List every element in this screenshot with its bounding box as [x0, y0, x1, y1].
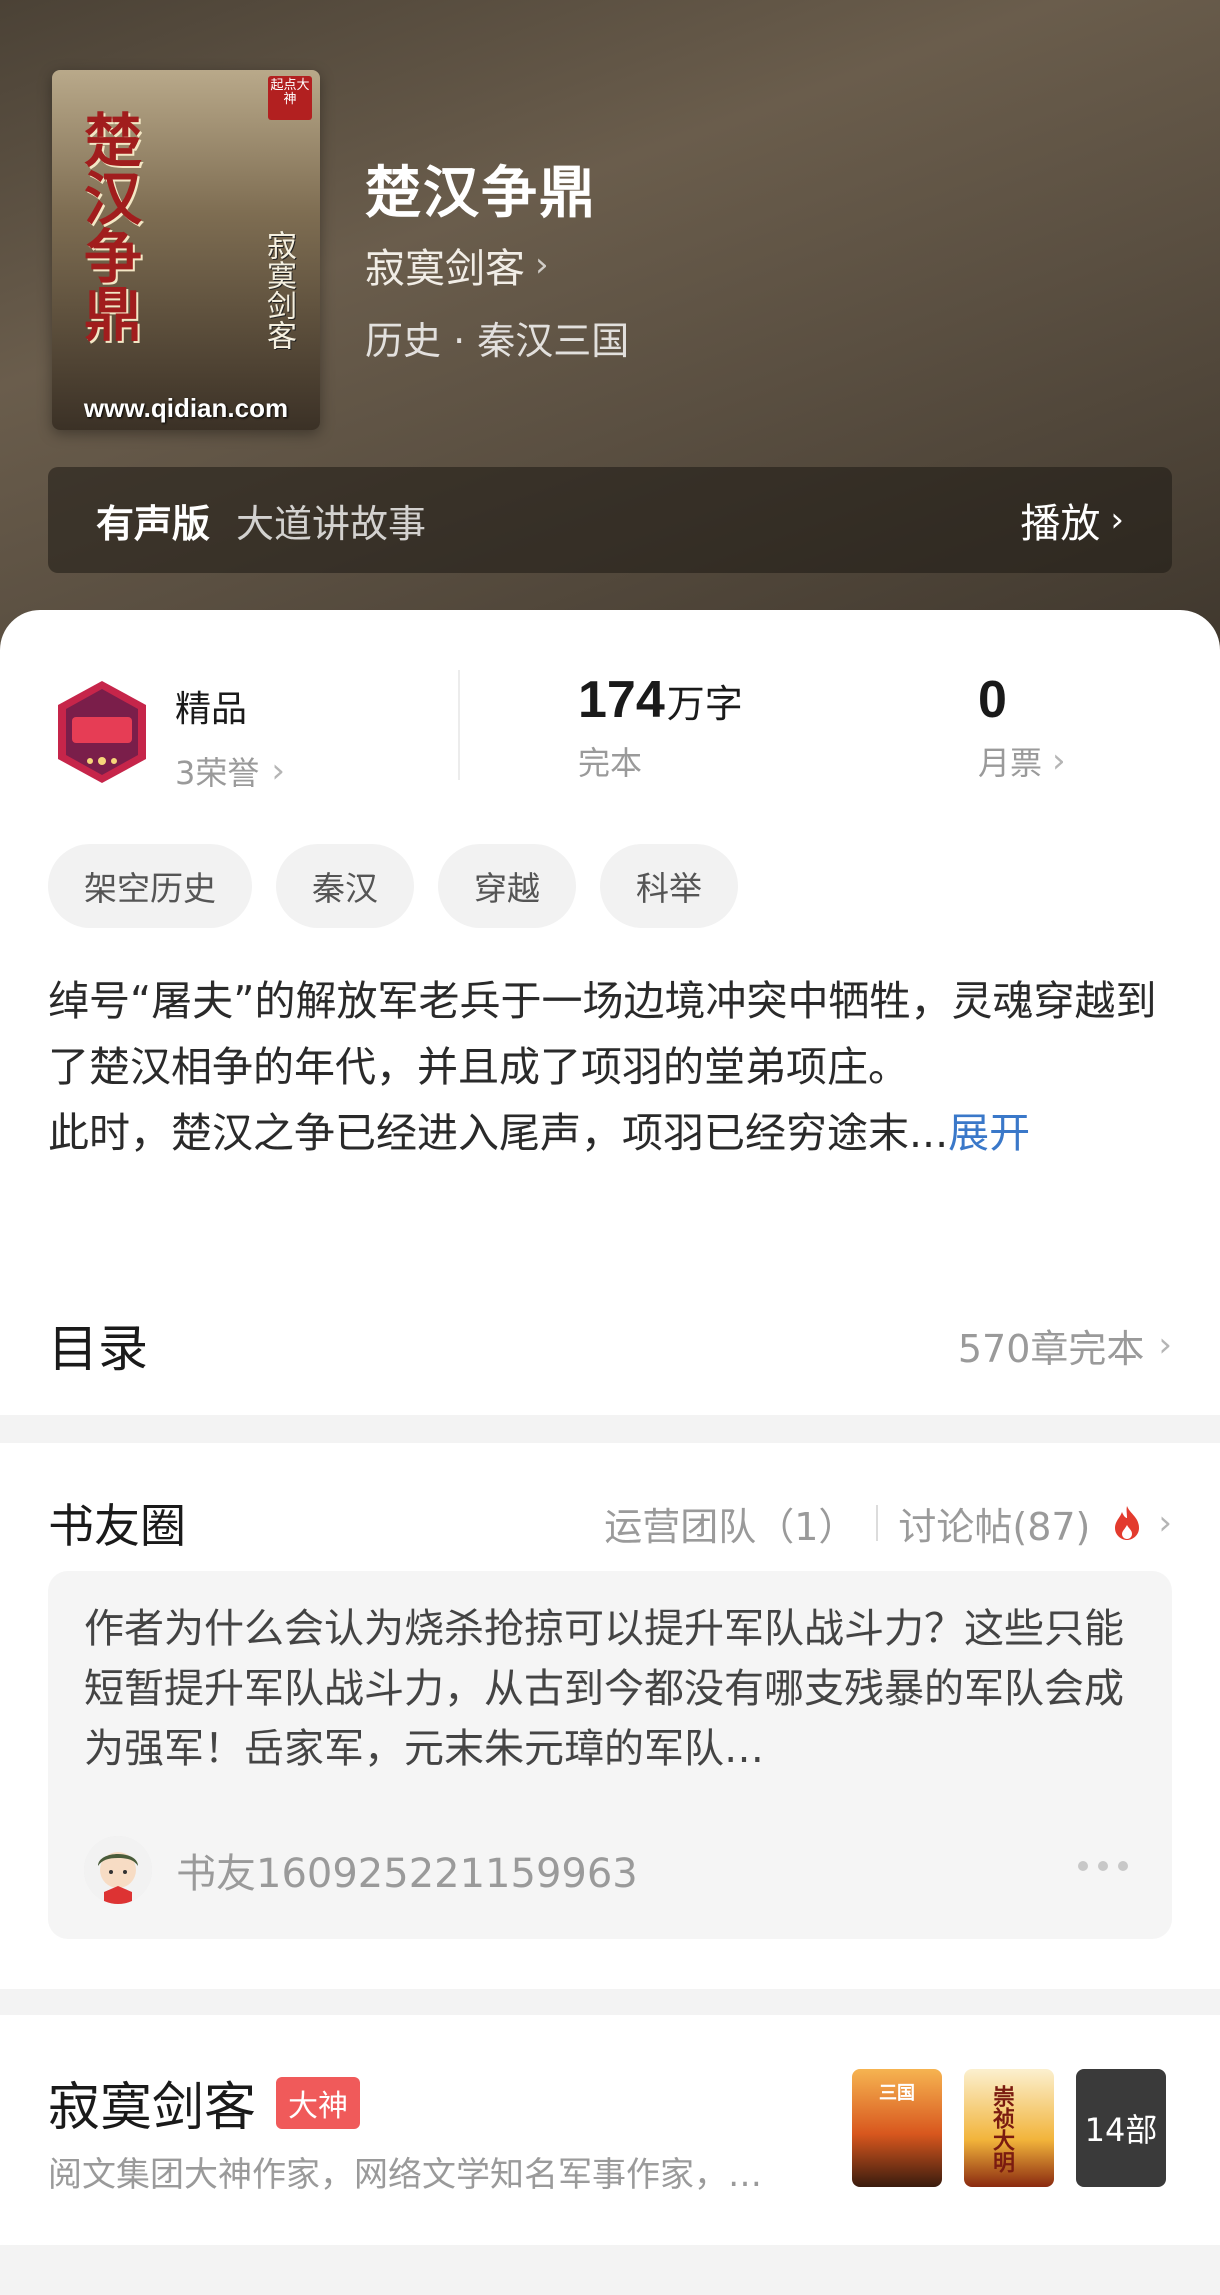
- chevron-right-icon: ›: [535, 245, 549, 285]
- cover-author: 寂寞剑客: [261, 230, 296, 350]
- book-header: 起点大神 楚汉争鼎 寂寞剑客 www.qidian.com 楚汉争鼎 寂寞剑客 …: [0, 0, 1220, 660]
- book-genre: 历史 · 秦汉三国: [365, 319, 630, 363]
- audio-play-button[interactable]: 播放 ›: [1020, 491, 1124, 549]
- monthly-votes-stat[interactable]: 0 月票 ›: [978, 670, 1066, 784]
- tag-chip[interactable]: 架空历史: [48, 844, 252, 928]
- book-cover[interactable]: 起点大神 楚汉争鼎 寂寞剑客 www.qidian.com: [52, 70, 320, 430]
- honors-count: 3荣誉: [175, 754, 260, 792]
- tag-chip[interactable]: 科举: [600, 844, 738, 928]
- author-rank-badge: 大神: [276, 2076, 361, 2129]
- book-title: 楚汉争鼎: [365, 160, 597, 226]
- post-user[interactable]: 书友160925221159963: [84, 1835, 638, 1905]
- expand-link[interactable]: 展开: [948, 1109, 1030, 1157]
- book-info-card: 精品 3荣誉 › 174 万字 完本 0 月票 › 架空历史 秦汉 穿越 科举 …: [0, 610, 1220, 1415]
- works-count-button[interactable]: 14部: [1076, 2069, 1166, 2187]
- chevron-right-icon: ›: [271, 751, 285, 791]
- carousel-dots: [1078, 1861, 1128, 1871]
- work-cover-title: 三国: [879, 2083, 915, 2104]
- quality-label: 精品: [175, 689, 248, 730]
- post-text: 作者为什么会认为烧杀抢掠可以提升军队战斗力？这些只能短暂提升军队战斗力，从古到今…: [84, 1606, 1124, 1772]
- chapter-count: 570章完本: [957, 1326, 1145, 1371]
- cover-seal: 起点大神: [268, 76, 312, 120]
- author-description: 阅文集团大神作家，网络文学知名军事作家，…: [48, 2155, 762, 2195]
- table-of-contents-row[interactable]: 目录 570章完本 ›: [48, 1300, 1172, 1390]
- tag-list: 架空历史 秦汉 穿越 科举: [48, 844, 738, 928]
- operations-team-link[interactable]: 运营团队（1）: [604, 1496, 856, 1551]
- toc-title: 目录: [48, 1320, 148, 1378]
- tag-chip[interactable]: 穿越: [438, 844, 576, 928]
- community-title: 书友圈: [48, 1499, 186, 1553]
- header-separator: [876, 1505, 879, 1541]
- avatar: [84, 1836, 152, 1904]
- flame-icon: [1115, 1506, 1140, 1540]
- quality-stat[interactable]: 精品 3荣誉 ›: [175, 680, 285, 794]
- audio-version-bar[interactable]: 有声版 大道讲故事 播放 ›: [48, 467, 1172, 573]
- work-cover-title: 崇祯大明: [989, 2085, 1015, 2173]
- community-header[interactable]: 书友圈 运营团队（1） 讨论帖(87) ›: [48, 1493, 1172, 1553]
- threads-link[interactable]: 讨论帖(87): [898, 1496, 1090, 1551]
- play-label: 播放: [1020, 501, 1101, 547]
- author-works[interactable]: 三国 崇祯大明 14部: [852, 2069, 1166, 2187]
- word-count-stat: 174 万字 完本: [578, 670, 743, 784]
- work-cover[interactable]: 三国: [852, 2069, 942, 2187]
- chevron-right-icon: ›: [1110, 500, 1124, 540]
- book-status: 完本: [578, 744, 643, 782]
- post-username: 书友160925221159963: [176, 1851, 638, 1897]
- author-name: 寂寞剑客: [365, 246, 525, 292]
- chevron-right-icon: ›: [1158, 1503, 1172, 1543]
- votes-label: 月票: [978, 744, 1043, 782]
- author-card[interactable]: 寂寞剑客 大神 阅文集团大神作家，网络文学知名军事作家，… 三国 崇祯大明 14…: [0, 2015, 1220, 2245]
- community-post[interactable]: 作者为什么会认为烧杀抢掠可以提升军队战斗力？这些只能短暂提升军队战斗力，从古到今…: [48, 1571, 1172, 1939]
- chevron-right-icon: ›: [1052, 741, 1066, 781]
- synopsis[interactable]: 绰号“屠夫”的解放军老兵于一场边境冲突中牺牲，灵魂穿越到了楚汉相争的年代，并且成…: [48, 968, 1172, 1166]
- word-count-unit: 万字: [666, 682, 743, 726]
- cover-title: 楚汉争鼎: [74, 110, 142, 342]
- tag-chip[interactable]: 秦汉: [276, 844, 414, 928]
- work-cover[interactable]: 崇祯大明: [964, 2069, 1054, 2187]
- votes-number: 0: [978, 671, 1007, 729]
- stats-divider: [458, 670, 460, 780]
- quality-badge-icon[interactable]: [52, 677, 152, 787]
- chevron-right-icon: ›: [1158, 1325, 1172, 1365]
- cover-url: www.qidian.com: [83, 393, 289, 423]
- author-link[interactable]: 寂寞剑客 ›: [365, 240, 549, 292]
- audio-narrator: 大道讲故事: [236, 501, 427, 546]
- reader-community-card: 书友圈 运营团队（1） 讨论帖(87) › 作者为什么会认为烧杀抢掠可以提升军队…: [0, 1443, 1220, 1989]
- audio-label: 有声版: [96, 501, 211, 546]
- word-count-number: 174: [578, 671, 665, 729]
- author-card-name: 寂寞剑客: [48, 2078, 257, 2138]
